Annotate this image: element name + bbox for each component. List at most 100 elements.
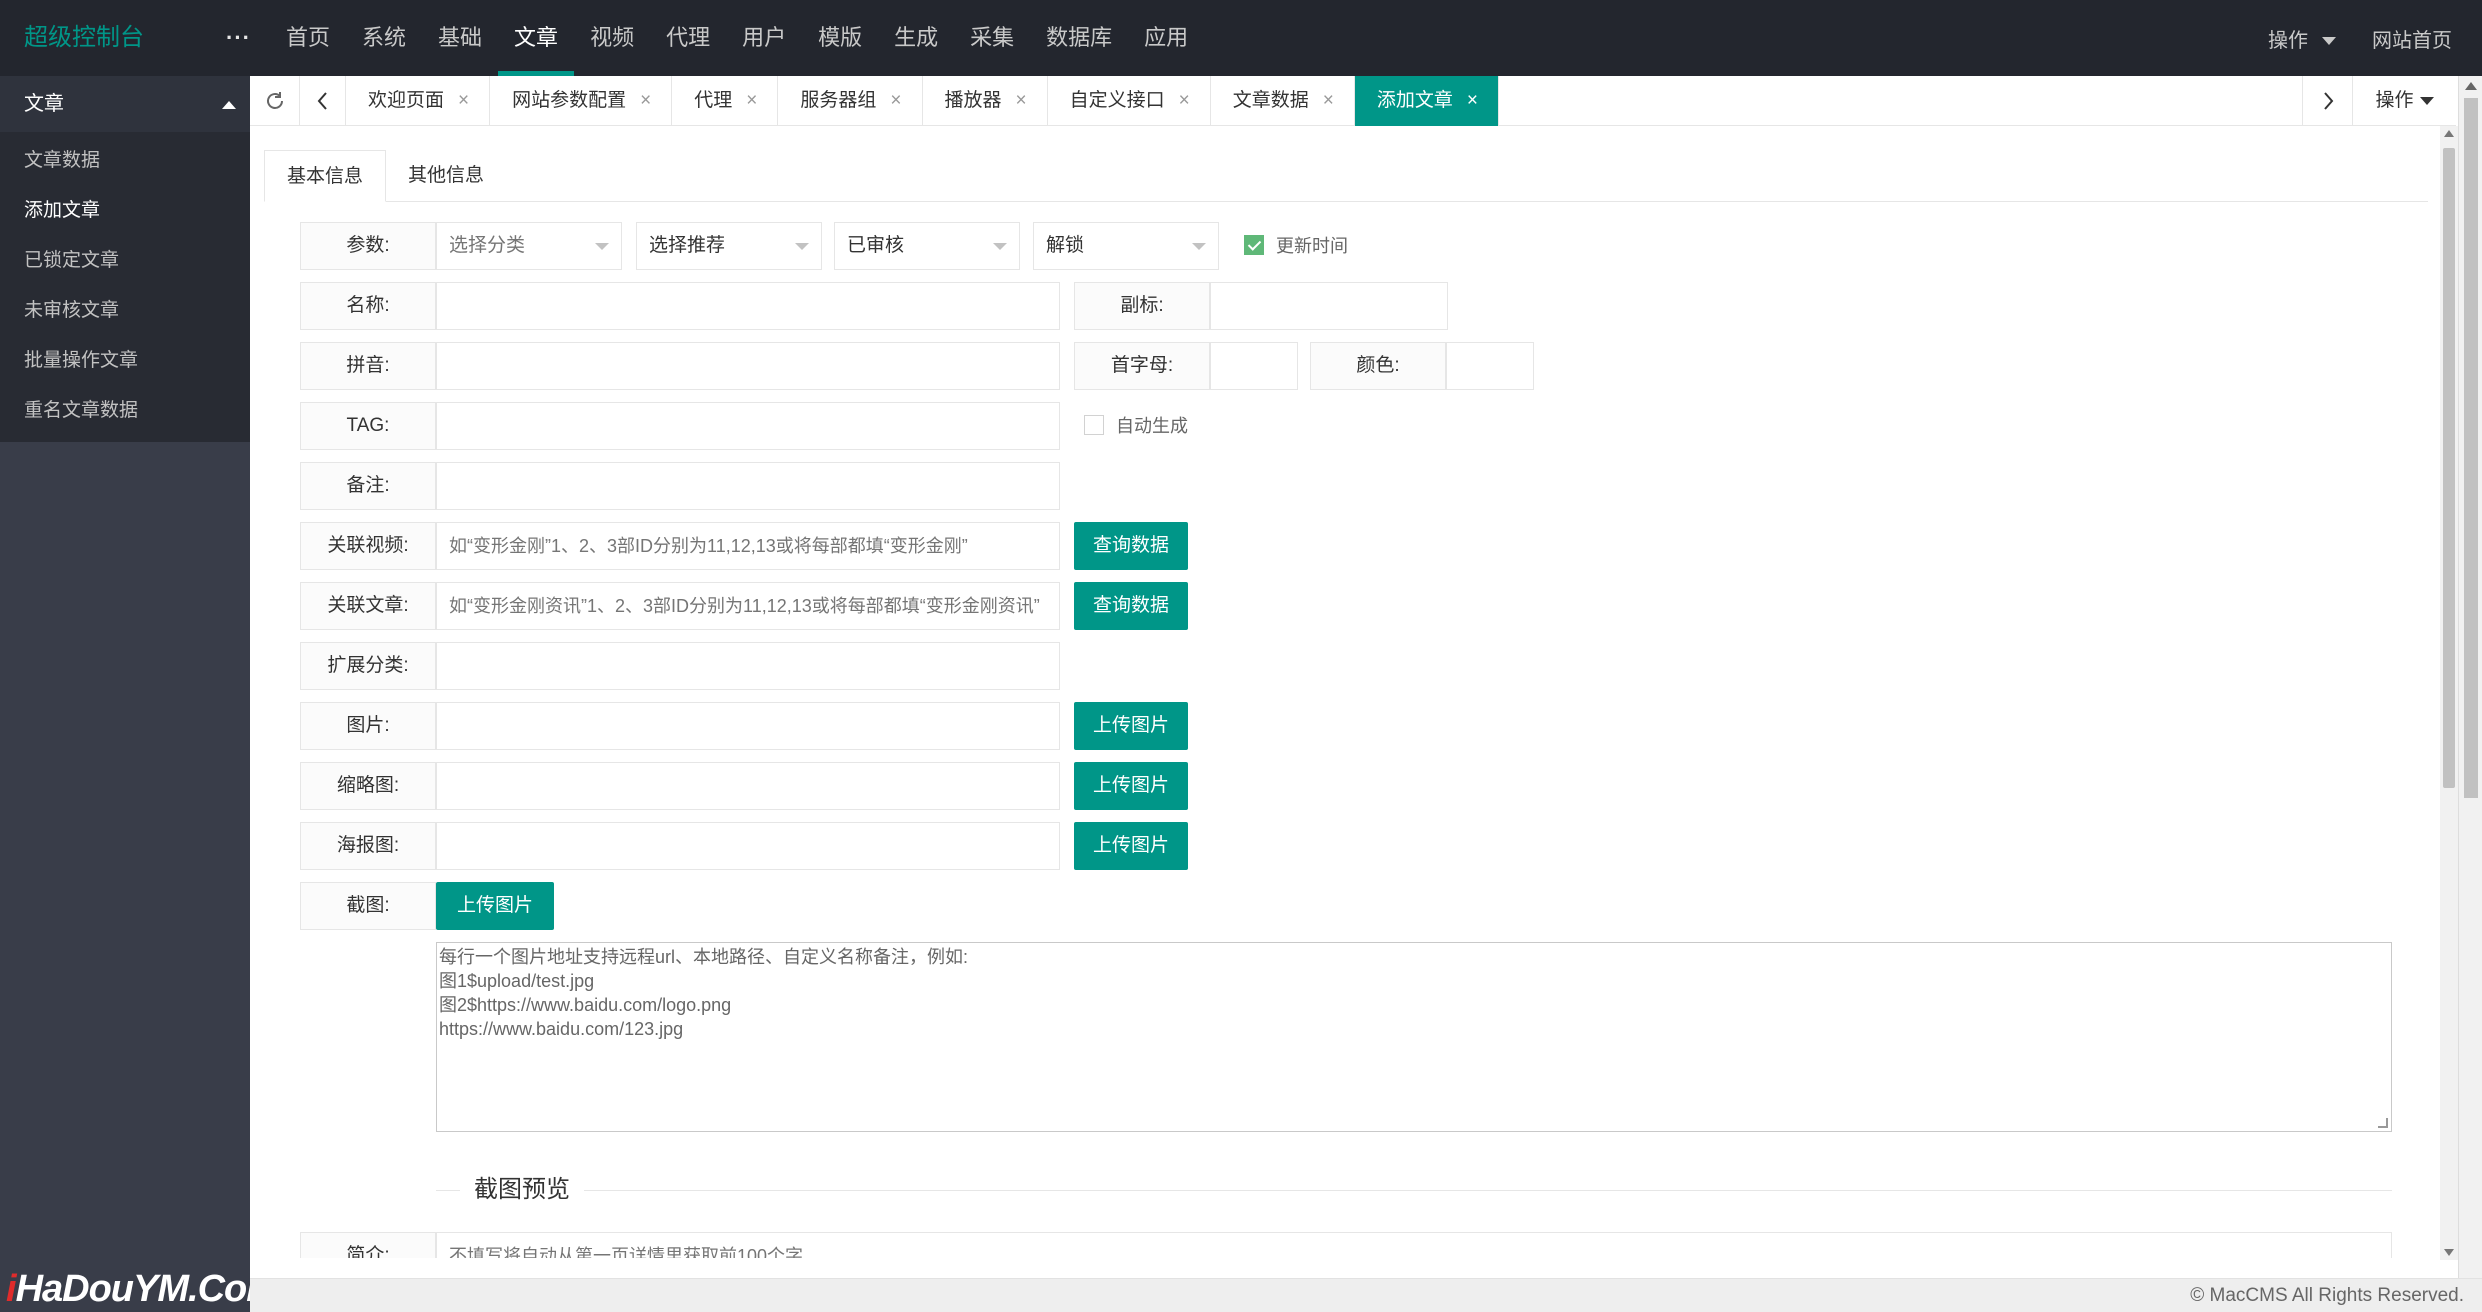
tag-input[interactable] <box>436 402 1060 450</box>
intro-row-clip: 简介: 不填写将自动从第一页详情里获取前100个字 <box>300 1232 2392 1258</box>
resize-grip-icon[interactable] <box>2378 1118 2388 1128</box>
category-select[interactable]: 选择分类 <box>436 222 622 270</box>
upload-image-button[interactable]: 上传图片 <box>1074 702 1188 750</box>
intro-label: 简介: <box>300 1232 436 1258</box>
ext-category-input[interactable] <box>436 642 1060 690</box>
tab-operate-dropdown[interactable]: 操作 <box>2352 76 2456 126</box>
site-home-link[interactable]: 网站首页 <box>2372 24 2452 53</box>
refresh-icon[interactable] <box>250 76 300 126</box>
scroll-up-icon[interactable] <box>2444 130 2454 137</box>
checkbox-icon[interactable] <box>1084 415 1104 436</box>
color-input[interactable] <box>1446 342 1534 390</box>
close-icon[interactable]: × <box>1016 90 1027 111</box>
color-label: 颜色: <box>1310 342 1446 390</box>
tab-player[interactable]: 播放器 × <box>923 76 1048 126</box>
sidebar: 文章 文章数据 添加文章 已锁定文章 未审核文章 批量操作文章 重名文章数据 i… <box>0 76 280 1312</box>
tab-other-info[interactable]: 其他信息 <box>386 150 506 202</box>
sidebar-item-unaudited[interactable]: 未审核文章 <box>0 286 250 336</box>
checkbox-checked-icon[interactable] <box>1244 235 1264 256</box>
remark-input[interactable] <box>436 462 1060 510</box>
screenshot-preview-title: 截图预览 <box>460 1172 584 1208</box>
audit-select[interactable]: 已审核 <box>834 222 1020 270</box>
upload-thumb-button[interactable]: 上传图片 <box>1074 762 1188 810</box>
nav-article[interactable]: 文章 <box>498 0 575 76</box>
chevron-left-icon[interactable] <box>300 76 346 126</box>
chevron-down-icon <box>1192 243 1206 250</box>
scroll-up-icon[interactable] <box>2465 82 2477 90</box>
thumb-input[interactable] <box>436 762 1060 810</box>
tab-article-data[interactable]: 文章数据 × <box>1211 76 1355 126</box>
pinyin-input[interactable] <box>436 342 1060 390</box>
caret-up-icon <box>222 101 236 109</box>
chevron-right-icon[interactable] <box>2302 76 2352 126</box>
sidebar-item-article-data[interactable]: 文章数据 <box>0 136 250 186</box>
intro-input[interactable]: 不填写将自动从第一页详情里获取前100个字 <box>436 1232 2392 1258</box>
initial-label: 首字母: <box>1074 342 1210 390</box>
nav-apps[interactable]: 应用 <box>1128 0 1204 76</box>
subtitle-label: 副标: <box>1074 282 1210 330</box>
close-icon[interactable]: × <box>1179 90 1190 111</box>
close-icon[interactable]: × <box>640 90 651 111</box>
close-icon[interactable]: × <box>746 90 757 111</box>
upload-screenshot-button[interactable]: 上传图片 <box>436 882 554 930</box>
operate-dropdown[interactable]: 操作 <box>2268 24 2336 53</box>
more-menu-icon[interactable]: ··· <box>226 0 251 76</box>
tab-server-group[interactable]: 服务器组 × <box>778 76 923 126</box>
initial-input[interactable] <box>1210 342 1298 390</box>
watermark-logo: iHaDouYM.Com <box>6 1268 280 1310</box>
update-time-checkbox[interactable]: 更新时间 <box>1244 222 1348 270</box>
tab-agent[interactable]: 代理 × <box>672 76 779 126</box>
close-icon[interactable]: × <box>458 90 469 111</box>
close-icon[interactable]: × <box>1467 90 1478 111</box>
auto-generate-checkbox[interactable]: 自动生成 <box>1084 402 1188 450</box>
related-video-input[interactable]: 如“变形金刚”1、2、3部ID分别为11,12,13或将每部都填“变形金刚” <box>436 522 1060 570</box>
tab-basic-info[interactable]: 基本信息 <box>264 150 387 202</box>
scroll-thumb[interactable] <box>2443 148 2455 788</box>
screenshot-label: 截图: <box>300 882 436 930</box>
screenshot-textarea[interactable]: 每行一个图片地址支持远程url、本地路径、自定义名称备注，例如: 图1$uplo… <box>436 942 2392 1132</box>
nav-home[interactable]: 首页 <box>270 0 346 76</box>
app-logo[interactable]: 超级控制台 <box>24 0 144 76</box>
name-input[interactable] <box>436 282 1060 330</box>
nav-template[interactable]: 模版 <box>802 0 878 76</box>
upload-poster-button[interactable]: 上传图片 <box>1074 822 1188 870</box>
sidebar-item-add-article[interactable]: 添加文章 <box>0 186 250 236</box>
sidebar-item-duplicate[interactable]: 重名文章数据 <box>0 386 250 436</box>
lock-select[interactable]: 解锁 <box>1033 222 1219 270</box>
query-article-button[interactable]: 查询数据 <box>1074 582 1188 630</box>
preview-divider <box>436 1190 2392 1191</box>
nav-generate[interactable]: 生成 <box>878 0 954 76</box>
query-video-button[interactable]: 查询数据 <box>1074 522 1188 570</box>
related-article-input[interactable]: 如“变形金刚资讯”1、2、3部ID分别为11,12,13或将每部都填“变形金刚资… <box>436 582 1060 630</box>
chevron-down-icon <box>993 243 1007 250</box>
nav-database[interactable]: 数据库 <box>1030 0 1128 76</box>
related-article-label: 关联文章: <box>300 582 436 630</box>
subtitle-input[interactable] <box>1210 282 1448 330</box>
scroll-down-icon[interactable] <box>2444 1249 2454 1256</box>
nav-agent[interactable]: 代理 <box>650 0 726 76</box>
nav-system[interactable]: 系统 <box>346 0 422 76</box>
nav-video[interactable]: 视频 <box>574 0 650 76</box>
nav-collect[interactable]: 采集 <box>954 0 1030 76</box>
tab-welcome[interactable]: 欢迎页面 × <box>346 76 491 126</box>
chevron-down-icon <box>595 243 609 250</box>
tab-site-config[interactable]: 网站参数配置 × <box>490 76 673 126</box>
image-input[interactable] <box>436 702 1060 750</box>
recommend-select[interactable]: 选择推荐 <box>636 222 822 270</box>
nav-basic[interactable]: 基础 <box>422 0 498 76</box>
page-scrollbar[interactable] <box>2458 76 2482 1312</box>
sidebar-section-article[interactable]: 文章 <box>0 76 250 132</box>
close-icon[interactable]: × <box>1323 90 1334 111</box>
scroll-thumb[interactable] <box>2464 98 2478 798</box>
nav-user[interactable]: 用户 <box>726 0 802 76</box>
top-nav: 首页 系统 基础 文章 视频 代理 用户 模版 生成 采集 数据库 应用 <box>270 0 1204 76</box>
content-scrollbar[interactable] <box>2440 126 2458 1260</box>
poster-input[interactable] <box>436 822 1060 870</box>
sidebar-item-batch[interactable]: 批量操作文章 <box>0 336 250 386</box>
caret-down-icon <box>2322 37 2336 46</box>
sidebar-item-locked[interactable]: 已锁定文章 <box>0 236 250 286</box>
tab-custom-api[interactable]: 自定义接口 × <box>1048 76 1211 126</box>
chevron-down-icon <box>795 243 809 250</box>
tab-add-article[interactable]: 添加文章 × <box>1354 76 1499 126</box>
close-icon[interactable]: × <box>890 90 901 111</box>
